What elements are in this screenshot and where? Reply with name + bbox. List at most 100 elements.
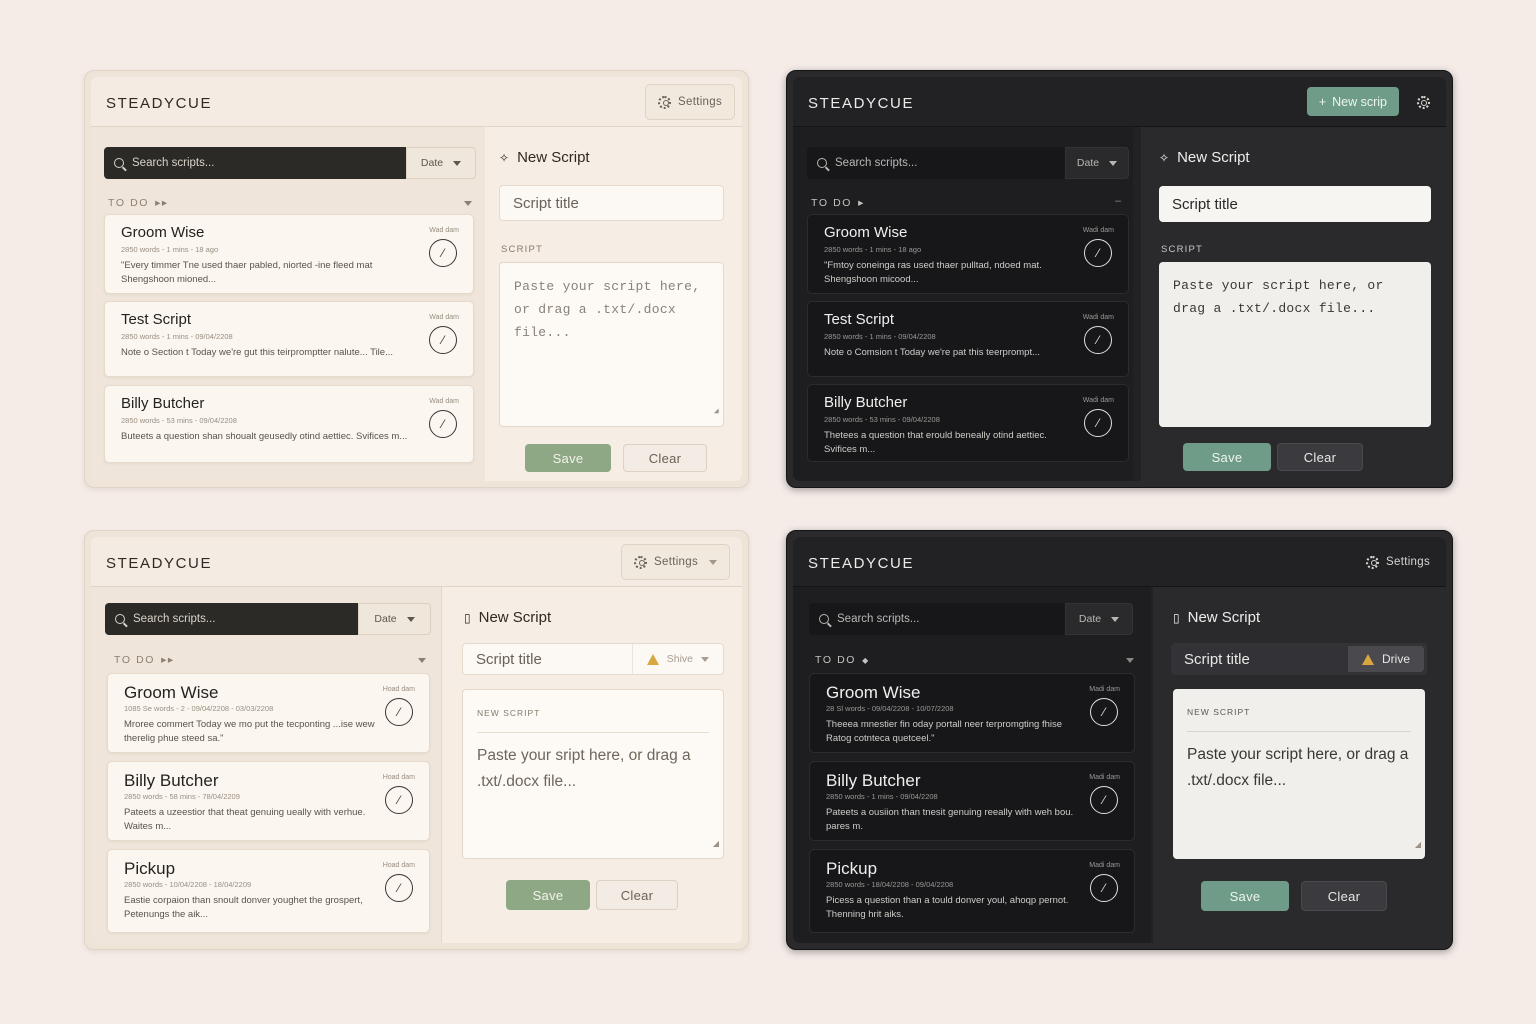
section-label: TO DO: [114, 654, 156, 666]
script-label: SCRIPT: [501, 244, 544, 255]
save-button[interactable]: Save: [506, 880, 590, 910]
script-card[interactable]: Billy Butcher 2850 words - 58 mins - 78/…: [107, 761, 430, 841]
search-icon: [115, 614, 125, 624]
search-input[interactable]: Search scripts...: [809, 603, 1065, 635]
textarea-header: NEW SCRIPT: [477, 702, 709, 733]
date-label: Date: [374, 613, 397, 625]
card-title: Pickup: [826, 859, 878, 878]
card-meta: 2850 words - 53 mins - 09/04/2208: [121, 416, 237, 425]
complete-check-button[interactable]: ⁄: [1084, 409, 1112, 437]
script-card[interactable]: Billy Butcher 2850 words - 53 mins - 09/…: [104, 385, 474, 463]
panel-light-b: STEADYCUE Settings Search scripts... Dat…: [84, 530, 749, 950]
drive-icon: [1361, 653, 1374, 665]
clear-button[interactable]: Clear: [1301, 881, 1387, 911]
script-title-input[interactable]: Script title: [499, 185, 724, 221]
date-sort-dropdown[interactable]: Date: [1065, 603, 1133, 635]
collapse-chevron-icon[interactable]: [418, 658, 426, 663]
gear-icon: [1366, 555, 1380, 569]
resize-grip-icon[interactable]: ◢: [1415, 833, 1421, 856]
complete-check-button[interactable]: ⁄: [1090, 698, 1118, 726]
date-sort-dropdown[interactable]: Date: [1065, 147, 1129, 179]
script-textarea[interactable]: Paste your script here, or drag a .txt/.…: [1159, 262, 1431, 427]
search-input[interactable]: Search scripts...: [104, 147, 406, 179]
complete-check-button[interactable]: ⁄: [429, 239, 457, 267]
brand-logo: STEADYCUE: [808, 95, 915, 112]
script-title-input[interactable]: Script title: [1159, 186, 1431, 222]
collapse-chevron-icon[interactable]: [1126, 658, 1134, 663]
panel-light-a: STEADYCUE Settings Search scripts... Dat…: [84, 70, 749, 488]
complete-check-button[interactable]: ⁄: [385, 698, 413, 726]
script-card[interactable]: Billy Butcher 2850 words - 53 mins - 09/…: [807, 384, 1129, 462]
script-textarea[interactable]: Paste your script here, or drag a .txt/.…: [499, 262, 724, 427]
top-bar: STEADYCUE Settings: [91, 537, 742, 587]
card-preview: Eastie corpaion than snoult donver yough…: [124, 895, 363, 920]
drive-label: Drive: [1381, 652, 1410, 666]
complete-check-button[interactable]: ⁄: [1084, 326, 1112, 354]
save-button[interactable]: Save: [525, 444, 611, 472]
resize-grip-icon[interactable]: ◢: [713, 832, 719, 855]
complete-check-button[interactable]: ⁄: [1090, 786, 1118, 814]
card-tag: Hoad dam: [382, 686, 415, 693]
script-list-pane: Search scripts... Date TO DO ▸ – Groom W…: [793, 127, 1133, 481]
editor-heading: ✧ New Script: [1159, 149, 1250, 166]
script-title-input[interactable]: Script title Shive: [462, 643, 724, 675]
save-button[interactable]: Save: [1183, 443, 1271, 471]
script-card[interactable]: Test Script 2850 words - 1 mins - 09/04/…: [807, 301, 1129, 377]
settings-button[interactable]: Settings: [1354, 544, 1442, 580]
settings-button[interactable]: Settings: [621, 544, 730, 580]
script-card[interactable]: Pickup 2850 words - 18/04/2208 - 09/04/2…: [809, 849, 1135, 933]
search-input[interactable]: Search scripts...: [105, 603, 358, 635]
script-card[interactable]: Groom Wise 2850 words - 1 mins - 18 ago …: [807, 214, 1129, 294]
section-header-todo[interactable]: TO DO ◆: [815, 654, 870, 666]
gear-icon: [1416, 95, 1430, 109]
settings-button[interactable]: Settings: [645, 84, 735, 120]
drive-label: Shive: [666, 653, 693, 665]
script-card[interactable]: Billy Butcher 2850 words - 1 mins - 09/0…: [809, 761, 1135, 841]
date-sort-dropdown[interactable]: Date: [358, 603, 431, 635]
complete-check-button[interactable]: ⁄: [429, 410, 457, 438]
collapse-icon[interactable]: –: [1115, 195, 1121, 207]
clear-button[interactable]: Clear: [596, 880, 678, 910]
card-preview: Pateets a uzeestior that theat genuing u…: [124, 807, 366, 832]
clear-button[interactable]: Clear: [1277, 443, 1363, 471]
chevron-down-icon: [406, 616, 415, 622]
resize-grip-icon[interactable]: ◢: [714, 400, 719, 423]
editor-heading: ▯ New Script: [1173, 609, 1260, 626]
section-header-todo[interactable]: TO DO ▸: [811, 197, 865, 209]
collapse-chevron-icon[interactable]: [464, 201, 472, 206]
section-header-todo[interactable]: TO DO ▸▸: [108, 197, 169, 209]
new-script-button-label: New scrip: [1332, 94, 1387, 109]
card-tag: Wadi dam: [1082, 227, 1114, 234]
editor-title: New Script: [1187, 609, 1261, 626]
script-card[interactable]: Test Script 2850 words - 1 mins - 09/04/…: [104, 301, 474, 377]
script-card[interactable]: Groom Wise 28 Sl words - 09/04/2208 - 10…: [809, 673, 1135, 753]
drive-import-button[interactable]: Shive: [631, 644, 723, 674]
complete-check-button[interactable]: ⁄: [385, 786, 413, 814]
card-meta: 2850 words - 1 mins - 09/04/2208: [121, 332, 233, 341]
card-title: Groom Wise: [826, 683, 921, 702]
settings-button[interactable]: [1410, 89, 1436, 115]
script-textarea[interactable]: NEW SCRIPT Paste your sript here, or dra…: [462, 689, 724, 859]
script-card[interactable]: Groom Wise 1085 Se words - 2 - 09/04/220…: [107, 673, 430, 753]
drive-import-button[interactable]: Drive: [1347, 646, 1424, 672]
section-header-todo[interactable]: TO DO ▸▸: [114, 654, 175, 666]
script-card[interactable]: Groom Wise 2850 words - 1 mins - 18 ago …: [104, 214, 474, 294]
complete-check-button[interactable]: ⁄: [429, 326, 457, 354]
chevron-down-icon: [1111, 616, 1120, 622]
complete-check-button[interactable]: ⁄: [1090, 874, 1118, 902]
search-input[interactable]: Search scripts...: [807, 147, 1065, 179]
script-title-input[interactable]: Script title Drive: [1171, 643, 1427, 675]
textarea-placeholder: Paste your script here, or drag a .txt/.…: [1187, 746, 1409, 789]
chevron-down-icon: [1109, 160, 1118, 166]
complete-check-button[interactable]: ⁄: [1084, 239, 1112, 267]
script-card[interactable]: Pickup 2850 words - 10/04/2208 - 18/04/2…: [107, 849, 430, 933]
top-bar: STEADYCUE Settings: [91, 77, 742, 127]
date-sort-dropdown[interactable]: Date: [406, 147, 476, 179]
clear-button[interactable]: Clear: [623, 444, 707, 472]
script-textarea[interactable]: NEW SCRIPT Paste your script here, or dr…: [1173, 689, 1425, 859]
new-script-button[interactable]: + New scrip: [1306, 87, 1399, 116]
card-meta: 2850 words - 58 mins - 78/04/2209: [124, 792, 240, 801]
complete-check-button[interactable]: ⁄: [385, 874, 413, 902]
save-button[interactable]: Save: [1201, 881, 1289, 911]
sparkle-icon: ✧: [1159, 150, 1170, 165]
